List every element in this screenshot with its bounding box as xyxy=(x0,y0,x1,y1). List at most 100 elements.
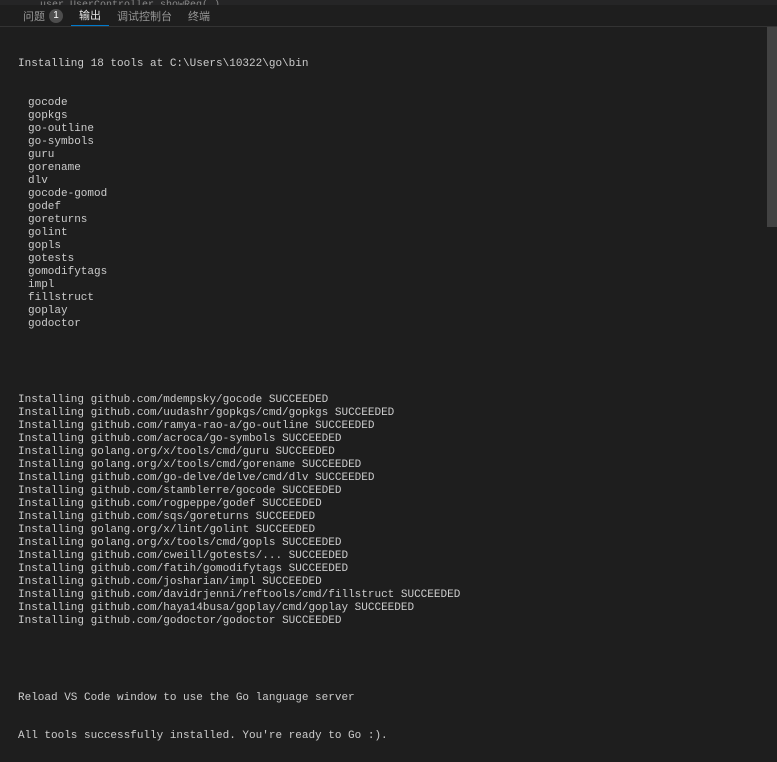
output-tool-line: golint xyxy=(18,227,759,240)
output-tool-line: go-symbols xyxy=(18,136,759,149)
install-prefix: Installing xyxy=(18,407,91,419)
install-status: SUCCEEDED xyxy=(394,589,460,601)
output-install-line: Installing github.com/uudashr/gopkgs/cmd… xyxy=(18,407,759,420)
output-tool-line: dlv xyxy=(18,175,759,188)
output-install-line: Installing github.com/davidrjenni/reftoo… xyxy=(18,589,759,602)
install-status: SUCCEEDED xyxy=(275,615,341,627)
install-prefix: Installing xyxy=(18,576,91,588)
output-tool-line: godef xyxy=(18,201,759,214)
install-prefix: Installing xyxy=(18,511,91,523)
install-prefix: Installing xyxy=(18,615,91,627)
tab-label: 调试控制台 xyxy=(117,8,172,24)
output-install-line: Installing github.com/godoctor/godoctor … xyxy=(18,615,759,628)
panel-tab-bar: 问题 1 输出 调试控制台 终端 xyxy=(0,5,777,27)
install-package: github.com/davidrjenni/reftools/cmd/fill… xyxy=(91,589,395,601)
tab-label: 终端 xyxy=(188,8,210,24)
install-status: SUCCEEDED xyxy=(256,576,322,588)
install-status: SUCCEEDED xyxy=(308,472,374,484)
output-blank xyxy=(18,653,759,666)
output-install-line: Installing github.com/cweill/gotests/...… xyxy=(18,550,759,563)
output-install-line: Installing golang.org/x/lint/golint SUCC… xyxy=(18,524,759,537)
output-install-line: Installing github.com/josharian/impl SUC… xyxy=(18,576,759,589)
output-tool-line: gotests xyxy=(18,253,759,266)
install-status: SUCCEEDED xyxy=(308,420,374,432)
install-package: github.com/fatih/gomodifytags xyxy=(91,563,282,575)
tab-label: 问题 xyxy=(23,8,45,24)
output-install-line: Installing github.com/go-delve/delve/cmd… xyxy=(18,472,759,485)
tab-debug-console[interactable]: 调试控制台 xyxy=(109,5,180,26)
tab-output[interactable]: 输出 xyxy=(71,5,109,26)
install-status: SUCCEEDED xyxy=(348,602,414,614)
install-package: github.com/acroca/go-symbols xyxy=(91,433,276,445)
install-package: github.com/josharian/impl xyxy=(91,576,256,588)
output-install-line: Installing github.com/acroca/go-symbols … xyxy=(18,433,759,446)
output-install-line: Installing github.com/ramya-rao-a/go-out… xyxy=(18,420,759,433)
install-status: SUCCEEDED xyxy=(275,433,341,445)
install-prefix: Installing xyxy=(18,537,91,549)
install-status: SUCCEEDED xyxy=(275,485,341,497)
install-status: SUCCEEDED xyxy=(269,446,335,458)
install-package: golang.org/x/tools/cmd/gorename xyxy=(91,459,296,471)
install-package: github.com/rogpeppe/godef xyxy=(91,498,256,510)
tab-problems[interactable]: 问题 1 xyxy=(15,5,71,26)
output-install-line: Installing github.com/stamblerre/gocode … xyxy=(18,485,759,498)
output-install-line: Installing github.com/fatih/gomodifytags… xyxy=(18,563,759,576)
output-tool-line: goreturns xyxy=(18,214,759,227)
output-install-line: Installing golang.org/x/tools/cmd/gopls … xyxy=(18,537,759,550)
output-tool-line: godoctor xyxy=(18,318,759,331)
install-package: golang.org/x/tools/cmd/guru xyxy=(91,446,269,458)
output-tool-line: gocode-gomod xyxy=(18,188,759,201)
output-install-line: Installing github.com/mdempsky/gocode SU… xyxy=(18,394,759,407)
install-package: github.com/mdempsky/gocode xyxy=(91,394,263,406)
output-tool-line: guru xyxy=(18,149,759,162)
install-status: SUCCEEDED xyxy=(295,459,361,471)
output-install-line: Installing github.com/sqs/goreturns SUCC… xyxy=(18,511,759,524)
install-status: SUCCEEDED xyxy=(282,550,348,562)
scrollbar-vertical[interactable] xyxy=(767,27,777,602)
scrollbar-thumb[interactable] xyxy=(767,27,777,227)
install-package: github.com/uudashr/gopkgs/cmd/gopkgs xyxy=(91,407,329,419)
install-prefix: Installing xyxy=(18,550,91,562)
output-line: All tools successfully installed. You're… xyxy=(18,730,759,743)
output-panel[interactable]: Installing 18 tools at C:\Users\10322\go… xyxy=(0,27,777,762)
install-package: github.com/go-delve/delve/cmd/dlv xyxy=(91,472,309,484)
output-tool-line: impl xyxy=(18,279,759,292)
install-package: github.com/haya14busa/goplay/cmd/goplay xyxy=(91,602,348,614)
install-prefix: Installing xyxy=(18,472,91,484)
install-package: golang.org/x/tools/cmd/gopls xyxy=(91,537,276,549)
install-package: github.com/sqs/goreturns xyxy=(91,511,249,523)
output-install-line: Installing golang.org/x/tools/cmd/guru S… xyxy=(18,446,759,459)
output-tool-line: gocode xyxy=(18,97,759,110)
output-line: Reload VS Code window to use the Go lang… xyxy=(18,692,759,705)
install-package: github.com/cweill/gotests/... xyxy=(91,550,282,562)
install-prefix: Installing xyxy=(18,563,91,575)
tab-badge: 1 xyxy=(49,9,63,23)
install-prefix: Installing xyxy=(18,485,91,497)
install-prefix: Installing xyxy=(18,498,91,510)
install-prefix: Installing xyxy=(18,394,91,406)
install-prefix: Installing xyxy=(18,524,91,536)
output-tool-line: gopls xyxy=(18,240,759,253)
install-prefix: Installing xyxy=(18,446,91,458)
output-tool-line: go-outline xyxy=(18,123,759,136)
tab-terminal[interactable]: 终端 xyxy=(180,5,218,26)
output-install-line: Installing github.com/rogpeppe/godef SUC… xyxy=(18,498,759,511)
output-tool-line: gorename xyxy=(18,162,759,175)
output-tool-line: fillstruct xyxy=(18,292,759,305)
output-line: Installing 18 tools at C:\Users\10322\go… xyxy=(18,58,759,71)
output-install-line: Installing golang.org/x/tools/cmd/gorena… xyxy=(18,459,759,472)
install-status: SUCCEEDED xyxy=(249,511,315,523)
install-prefix: Installing xyxy=(18,589,91,601)
tab-label: 输出 xyxy=(79,7,101,23)
install-package: github.com/stamblerre/gocode xyxy=(91,485,276,497)
install-status: SUCCEEDED xyxy=(262,394,328,406)
install-status: SUCCEEDED xyxy=(328,407,394,419)
install-package: github.com/ramya-rao-a/go-outline xyxy=(91,420,309,432)
install-status: SUCCEEDED xyxy=(256,498,322,510)
install-status: SUCCEEDED xyxy=(282,563,348,575)
install-prefix: Installing xyxy=(18,459,91,471)
install-status: SUCCEEDED xyxy=(275,537,341,549)
output-install-line: Installing github.com/haya14busa/goplay/… xyxy=(18,602,759,615)
install-prefix: Installing xyxy=(18,420,91,432)
install-prefix: Installing xyxy=(18,602,91,614)
